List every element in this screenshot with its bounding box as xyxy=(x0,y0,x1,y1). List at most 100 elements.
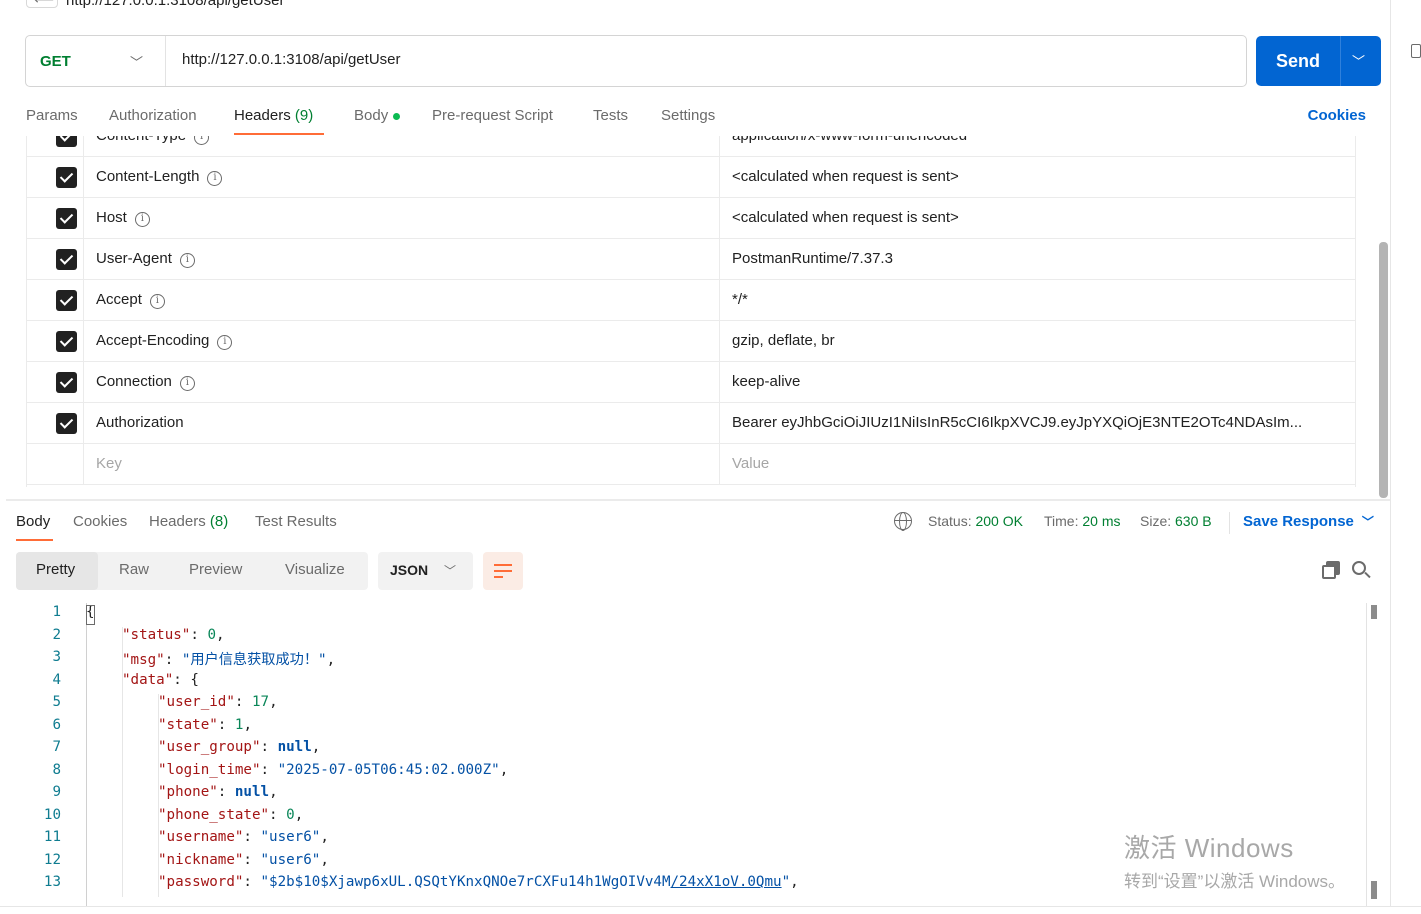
method-label: GET xyxy=(40,53,71,70)
header-key[interactable]: Content-Length i xyxy=(96,168,223,186)
code-token: : xyxy=(217,716,235,733)
header-enabled-checkbox[interactable] xyxy=(56,208,77,229)
search-icon[interactable] xyxy=(1352,561,1372,581)
mode-preview[interactable]: Preview xyxy=(189,561,242,578)
info-icon[interactable]: i xyxy=(217,335,233,350)
wrap-line xyxy=(494,576,503,578)
resp-tab-body[interactable]: Body xyxy=(16,513,50,530)
header-value[interactable]: PostmanRuntime/7.37.3 xyxy=(732,250,893,267)
resp-tab-test-results[interactable]: Test Results xyxy=(255,513,337,530)
tab-params[interactable]: Params xyxy=(26,107,78,124)
header-row: Connection i keep-alive xyxy=(27,362,1355,403)
code-token: , xyxy=(320,851,329,868)
header-value[interactable]: */* xyxy=(732,291,748,308)
header-value[interactable]: Bearer eyJhbGciOiJIUzI1NiIsInR5cCI6IkpXV… xyxy=(732,414,1302,431)
header-enabled-checkbox[interactable] xyxy=(56,249,77,270)
info-icon[interactable]: i xyxy=(194,136,210,145)
resp-tab-headers-label: Headers xyxy=(149,513,206,530)
tab-body[interactable]: Body xyxy=(354,107,401,124)
code-token: "password" xyxy=(158,874,244,890)
top-strip: ⟵ http://127.0.0.1:3108/api/getUser xyxy=(0,0,1390,14)
line-number: 7 xyxy=(52,739,61,755)
line-number: 6 xyxy=(52,716,61,733)
header-enabled-checkbox[interactable] xyxy=(56,413,77,434)
indent-guide xyxy=(158,694,159,897)
header-row: Accept-Encoding i gzip, deflate, br xyxy=(27,321,1355,362)
code-token: , xyxy=(243,716,252,733)
chevron-down-icon: ﹀ xyxy=(444,564,457,578)
request-bar: GET ﹀ http://127.0.0.1:3108/api/getUser xyxy=(25,35,1247,87)
request-scrollbar[interactable] xyxy=(1379,242,1388,498)
header-enabled-checkbox[interactable] xyxy=(56,290,77,311)
header-value[interactable]: application/x-www-form-urlencoded xyxy=(732,136,967,144)
header-enabled-checkbox[interactable] xyxy=(56,167,77,188)
document-icon[interactable] xyxy=(1411,44,1421,58)
pane-divider[interactable] xyxy=(6,499,1390,501)
language-select[interactable]: JSON ﹀ xyxy=(378,552,473,590)
headers-table: Content-Type i application/x-www-form-urle… xyxy=(26,136,1356,487)
request-title: http://127.0.0.1:3108/api/getUser xyxy=(66,0,285,9)
code-token: "login_time" xyxy=(158,761,261,778)
code-token: "user6" xyxy=(260,851,321,868)
method-select[interactable]: GET ﹀ xyxy=(26,36,166,86)
tab-authorization[interactable]: Authorization xyxy=(109,107,197,124)
tab-tests[interactable]: Tests xyxy=(593,107,628,124)
checkbox-cell xyxy=(27,239,84,280)
header-key-text: Authorization xyxy=(96,414,184,431)
header-key[interactable]: Accept-Encoding i xyxy=(96,332,233,350)
code-token: : xyxy=(269,806,287,823)
header-key[interactable]: User-Agent i xyxy=(96,250,195,268)
header-enabled-checkbox[interactable] xyxy=(56,136,77,147)
header-enabled-checkbox[interactable] xyxy=(56,372,77,393)
tab-settings[interactable]: Settings xyxy=(661,107,715,124)
key-placeholder-input[interactable]: Key xyxy=(96,455,122,472)
header-value[interactable]: <calculated when request is sent> xyxy=(732,168,959,185)
code-token: "user_group" xyxy=(158,739,261,755)
chevron-down-icon[interactable]: ﹀ xyxy=(1352,51,1365,70)
checkbox-cell xyxy=(27,280,84,321)
line-number: 12 xyxy=(43,851,61,868)
header-key[interactable]: Accept i xyxy=(96,291,165,309)
save-response-button[interactable]: Save Response ﹀ xyxy=(1243,513,1374,530)
code-token: "user_id" xyxy=(158,694,235,710)
send-button[interactable]: Send ﹀ xyxy=(1256,36,1381,86)
info-icon[interactable]: i xyxy=(179,376,195,391)
tab-headers[interactable]: Headers (9) xyxy=(234,107,313,124)
code-text: "phone": null, xyxy=(158,784,278,800)
header-key[interactable]: Host i xyxy=(96,209,150,227)
code-token: /24xX1oV.0Qmu xyxy=(670,874,782,890)
mode-raw[interactable]: Raw xyxy=(119,561,149,578)
code-scrollbar[interactable] xyxy=(1366,603,1382,908)
resp-tab-headers[interactable]: Headers (8) xyxy=(149,513,228,530)
header-key[interactable]: Connection i xyxy=(96,373,195,391)
code-text: "nickname": "user6", xyxy=(158,852,329,868)
mode-visualize[interactable]: Visualize xyxy=(285,561,345,578)
info-icon[interactable]: i xyxy=(134,212,150,227)
tab-prerequest-script[interactable]: Pre-request Script xyxy=(432,107,553,124)
info-icon[interactable]: i xyxy=(149,294,165,309)
url-input[interactable]: http://127.0.0.1:3108/api/getUser xyxy=(182,51,401,68)
cookies-link[interactable]: Cookies xyxy=(1308,107,1366,124)
code-token: "state" xyxy=(158,716,218,733)
code-token: null xyxy=(234,784,270,800)
copy-icon[interactable] xyxy=(1322,561,1340,579)
mode-pretty[interactable]: Pretty xyxy=(36,561,75,578)
globe-icon[interactable] xyxy=(894,512,912,531)
header-value[interactable]: gzip, deflate, br xyxy=(732,332,835,349)
wrap-lines-icon[interactable] xyxy=(483,552,523,590)
header-key[interactable]: Content-Type i xyxy=(96,136,210,145)
resp-tab-cookies[interactable]: Cookies xyxy=(73,513,127,530)
header-value[interactable]: keep-alive xyxy=(732,373,800,390)
line-number: 2 xyxy=(52,626,61,643)
header-enabled-checkbox[interactable] xyxy=(56,331,77,352)
header-key[interactable]: Authorization xyxy=(96,414,184,431)
value-placeholder-input[interactable]: Value xyxy=(732,455,769,472)
back-icon[interactable]: ⟵ xyxy=(26,0,58,8)
code-token: " xyxy=(781,874,791,890)
info-icon[interactable]: i xyxy=(207,171,223,186)
code-line: 3 "msg": "用户信息获取成功！", xyxy=(6,649,1366,672)
info-icon[interactable]: i xyxy=(179,253,195,268)
header-key-text: Host xyxy=(96,209,127,226)
checkbox-cell xyxy=(27,321,84,362)
header-value[interactable]: <calculated when request is sent> xyxy=(732,209,959,226)
